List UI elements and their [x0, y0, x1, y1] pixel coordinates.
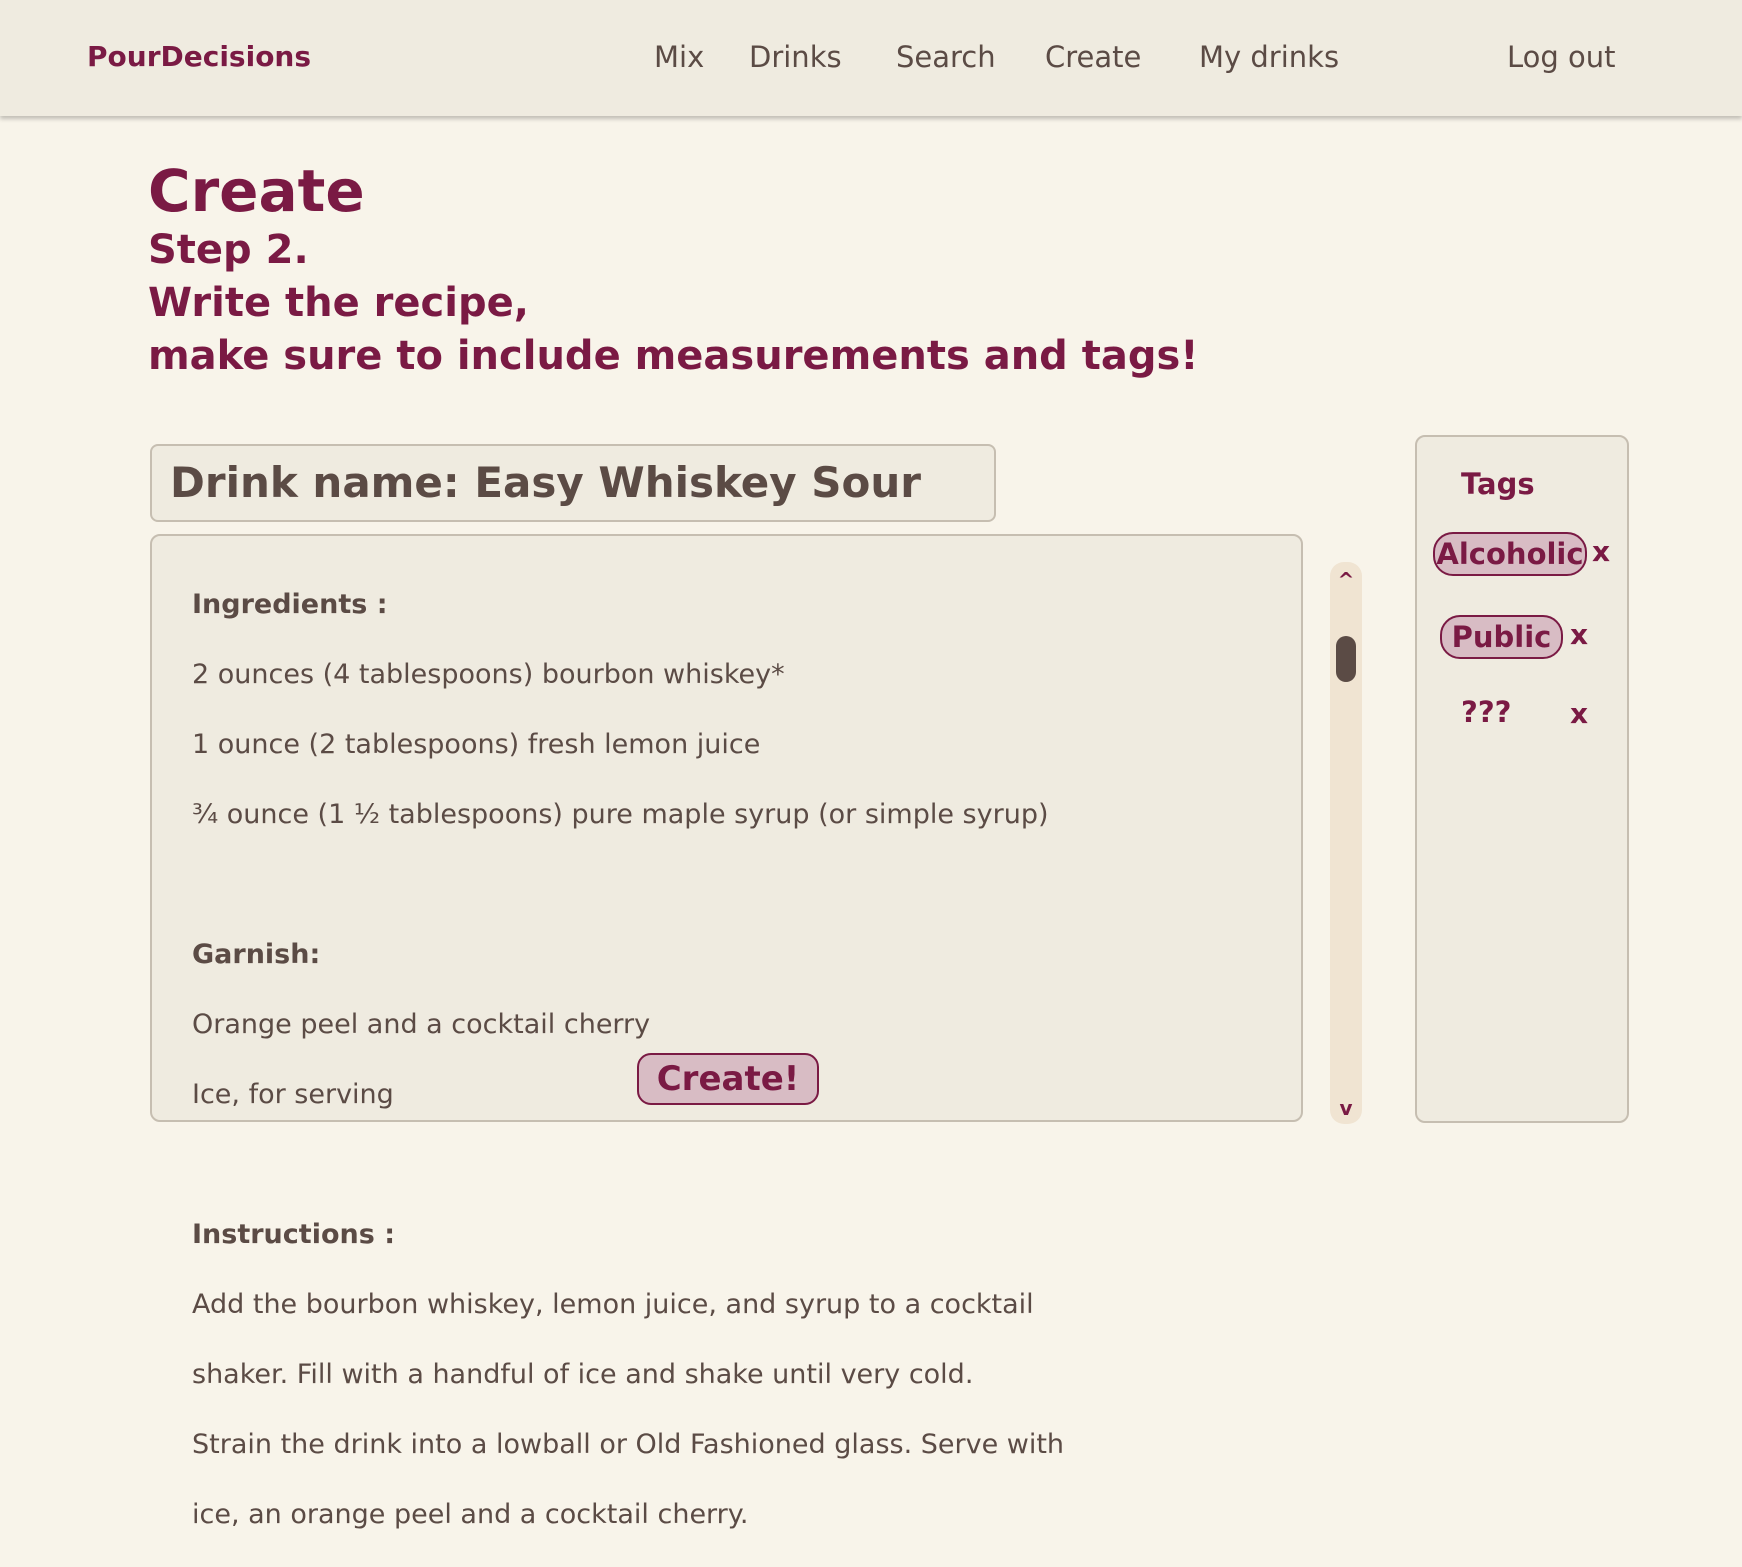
recipe-textarea[interactable]: Ingredients : 2 ounces (4 tablespoons) b…: [150, 534, 1303, 1530]
instruction-line: shaker. Fill with a handful of ice and s…: [192, 1359, 974, 1390]
scroll-down-icon[interactable]: v: [1330, 1096, 1362, 1120]
instructions-heading: Instructions :: [192, 1219, 395, 1250]
scroll-thumb[interactable]: [1336, 636, 1356, 682]
scroll-up-icon[interactable]: ^: [1330, 568, 1362, 592]
tags-title: Tags: [1461, 467, 1535, 501]
nav-link-mix[interactable]: Mix: [654, 40, 704, 74]
subtitle-step: Step 2.: [148, 227, 309, 273]
tag-placeholder[interactable]: ???: [1461, 695, 1511, 729]
top-navbar: PourDecisions Mix Drinks Search Create M…: [0, 0, 1742, 116]
instruction-line: Add the bourbon whiskey, lemon juice, an…: [192, 1289, 1034, 1320]
nav-link-drinks[interactable]: Drinks: [749, 40, 842, 74]
nav-link-my-drinks[interactable]: My drinks: [1199, 40, 1339, 74]
brand-logo-link[interactable]: PourDecisions: [87, 40, 311, 73]
remove-tag-alcoholic-icon[interactable]: x: [1592, 535, 1610, 568]
subtitle-reminder: make sure to include measurements and ta…: [148, 333, 1199, 379]
create-button[interactable]: Create!: [637, 1053, 819, 1105]
instruction-line: Strain the drink into a lowball or Old F…: [192, 1429, 1065, 1460]
drink-name-field[interactable]: Drink name: Easy Whiskey Sour: [150, 444, 996, 522]
subtitle-instruction: Write the recipe,: [148, 280, 529, 326]
ingredient-line: 2 ounces (4 tablespoons) bourbon whiskey…: [192, 659, 785, 690]
logout-link[interactable]: Log out: [1507, 40, 1616, 74]
instruction-line: ice, an orange peel and a cocktail cherr…: [192, 1499, 749, 1530]
nav-link-search[interactable]: Search: [896, 40, 996, 74]
recipe-scrollbar[interactable]: ^ v: [1330, 562, 1362, 1124]
ingredients-heading: Ingredients :: [192, 589, 388, 620]
garnish-line: Orange peel and a cocktail cherry: [192, 1009, 651, 1040]
tag-alcoholic[interactable]: Alcoholic: [1433, 532, 1587, 576]
nav-link-create[interactable]: Create: [1045, 40, 1141, 74]
tag-public[interactable]: Public: [1440, 615, 1563, 659]
remove-tag-placeholder-icon[interactable]: x: [1570, 697, 1588, 730]
ingredient-line: ¾ ounce (1 ½ tablespoons) pure maple syr…: [192, 799, 1049, 830]
tags-panel: Tags Alcoholic x Public x ??? x: [1415, 435, 1629, 1123]
garnish-heading: Garnish:: [192, 939, 321, 970]
page-title: Create: [148, 157, 365, 225]
ingredient-line: 1 ounce (2 tablespoons) fresh lemon juic…: [192, 729, 761, 760]
page-subtitle: Step 2. Write the recipe, make sure to i…: [148, 224, 1199, 383]
remove-tag-public-icon[interactable]: x: [1570, 618, 1588, 651]
